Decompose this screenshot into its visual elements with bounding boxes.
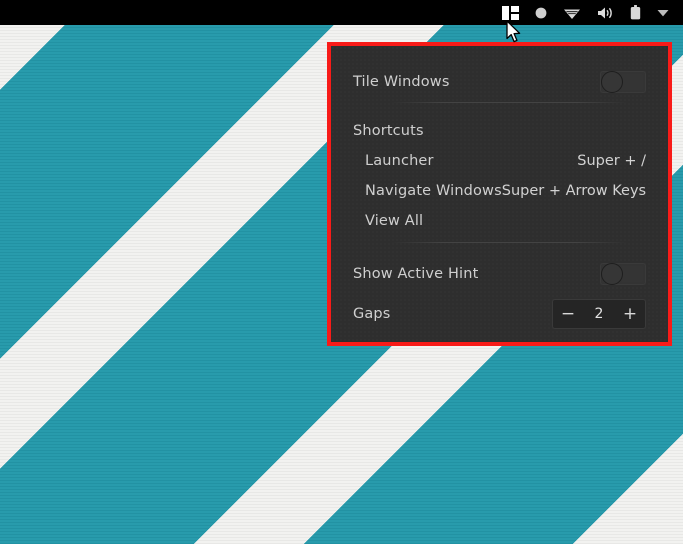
battery-icon[interactable] — [622, 0, 649, 25]
tiling-settings-popup: Tile Windows Shortcuts Launcher Super + … — [327, 42, 672, 346]
menu-row-tile-windows[interactable]: Tile Windows — [331, 64, 668, 100]
gaps-value: 2 — [594, 306, 604, 322]
menu-row-gaps[interactable]: Gaps − 2 + — [331, 296, 668, 332]
menu-row-view-all[interactable]: View All — [331, 208, 668, 234]
toggle-knob — [601, 71, 623, 93]
toggle-track-fill — [621, 74, 643, 90]
show-active-hint-label: Show Active Hint — [353, 266, 479, 282]
menu-row-launcher[interactable]: Launcher Super + / — [331, 148, 668, 174]
wifi-icon[interactable] — [555, 0, 589, 25]
gaps-increment-button[interactable]: + — [615, 300, 645, 328]
launcher-label: Launcher — [365, 153, 434, 169]
gaps-label: Gaps — [353, 306, 391, 322]
tile-windows-label: Tile Windows — [353, 74, 450, 90]
navigate-windows-accel: Super + Arrow Keys — [501, 183, 647, 199]
screen: Tile Windows Shortcuts Launcher Super + … — [0, 0, 683, 544]
toggle-knob — [601, 263, 623, 285]
separator-bottom — [391, 242, 628, 243]
separator-top — [391, 102, 628, 103]
volume-icon[interactable] — [589, 0, 622, 25]
shortcuts-heading: Shortcuts — [353, 123, 424, 139]
gaps-stepper[interactable]: − 2 + — [552, 299, 646, 329]
menu-row-navigate-windows[interactable]: Navigate Windows Super + Arrow Keys — [331, 178, 668, 204]
view-all-label: View All — [365, 213, 424, 229]
menu-row-shortcuts-heading: Shortcuts — [331, 118, 668, 144]
popup-inner: Tile Windows Shortcuts Launcher Super + … — [331, 46, 668, 342]
gaps-decrement-button[interactable]: − — [553, 300, 583, 328]
navigate-windows-label: Navigate Windows — [365, 183, 502, 199]
top-panel — [0, 0, 683, 25]
launcher-accel: Super + / — [577, 153, 646, 169]
chevron-down-icon[interactable] — [649, 0, 677, 25]
toggle-track-fill — [621, 266, 643, 282]
tile-windows-toggle[interactable] — [600, 71, 646, 93]
show-active-hint-toggle[interactable] — [600, 263, 646, 285]
menu-row-show-active-hint[interactable]: Show Active Hint — [331, 256, 668, 292]
tiling-windows-icon[interactable] — [494, 0, 527, 25]
record-indicator-icon[interactable] — [527, 0, 555, 25]
